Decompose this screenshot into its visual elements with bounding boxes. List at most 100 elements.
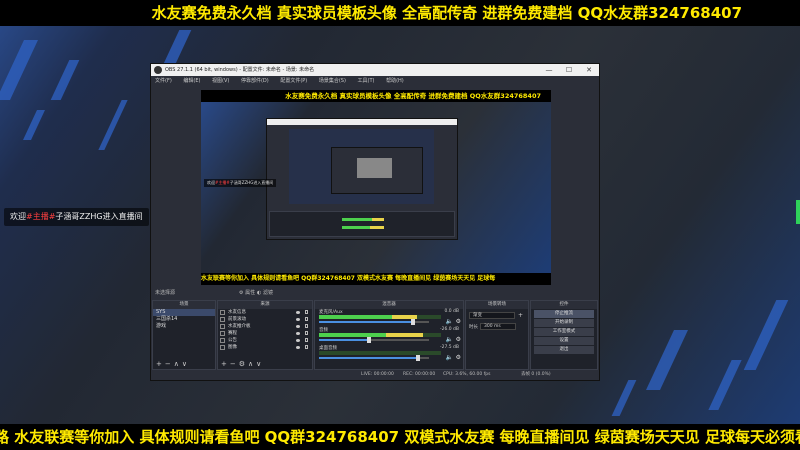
preview-bottom-banner: 水友联赛等你加入 具体规则请看鱼吧 QQ群324768407 双模式水友赛 每晚… [201,273,551,285]
scenes-toolbar[interactable]: +−∧∨ [153,359,215,369]
menu-bar: 文件(F) 编辑(E) 视图(V) 停靠部件(D) 配置文件(P) 场景集合(S… [151,76,599,86]
lock-icon[interactable] [305,345,308,349]
exit-button[interactable]: 退出 [534,346,594,354]
meter-green [319,333,387,337]
nested-meter-green [342,226,370,229]
lock-icon[interactable] [305,310,308,314]
speaker-icon[interactable]: 🔈 [446,336,453,343]
status-live: LIVE: 00:00:00 [361,372,394,377]
welcome-suffix: 子涵哥ZZHG进入直播间 [55,212,143,221]
scene-item[interactable]: SYS [153,309,215,316]
preview-welcome-prefix: 欢迎 [207,180,215,185]
controls-header: 控件 [531,301,597,309]
mixer-track: 麦克风/Aux 0.0 dB 🔈 ⚙ [315,309,463,327]
eye-icon[interactable] [296,346,300,349]
source-type-icon [220,310,225,315]
status-cpu: CPU: 3.6%, 60.00 fps [443,372,491,377]
eye-icon[interactable] [296,311,300,314]
transition-select[interactable]: 渐变 [469,312,515,319]
source-toolbar: 未选择源 ⚙ 属性 ◐ 滤镜 [151,287,599,299]
speaker-icon[interactable]: 🔈 [446,318,453,325]
mixer-dock: 混音器 麦克风/Aux 0.0 dB 🔈 ⚙ 音频 -26.0 dB 🔈 ⚙ 桌… [314,300,464,370]
slider-knob[interactable] [410,319,415,325]
menu-tools[interactable]: 工具(T) [358,78,375,84]
slider-knob[interactable] [416,355,420,361]
slider-fill [319,321,413,323]
lock-icon[interactable] [305,324,308,328]
nested-titlebar [267,119,457,125]
studio-mode-button[interactable]: 工作室模式 [534,328,594,336]
bottom-banner-text: 路 水友联赛等你加入 具体规则请看鱼吧 QQ群324768407 双模式水友赛 … [0,428,800,446]
source-item[interactable]: 公告 [218,337,312,344]
source-item[interactable]: 赛程 [218,330,312,337]
preview-nested-obs [266,118,458,240]
gear-icon[interactable]: ⚙ [456,336,461,343]
source-type-icon [220,317,225,322]
preview-welcome-suffix: 子涵哥ZZHG进入直播间 [229,180,274,185]
top-banner: 水友赛免费永久档 真实球员模板头像 全高配传奇 进群免费建档 QQ水友群3247… [0,0,800,26]
status-dropped: 丢帧 0 (0.0%) [521,372,551,377]
filters-button[interactable]: ◐ 滤镜 [257,287,273,299]
volume-slider[interactable] [319,337,429,343]
stop-streaming-button[interactable]: 停止推流 [534,310,594,318]
maximize-button[interactable]: ☐ [559,64,579,76]
lock-icon[interactable] [305,338,308,342]
obs-title-text: OBS 27.1.1 (64 bit, windows) - 配置文件: 未命名… [165,67,315,73]
menu-view[interactable]: 视图(V) [212,78,229,84]
gear-icon[interactable]: ⚙ [456,318,461,325]
volume-slider[interactable] [319,319,429,325]
start-recording-button[interactable]: 开始录制 [534,319,594,327]
source-item[interactable]: 水友推介板 [218,323,312,330]
duration-input[interactable]: 300 ms [480,323,516,330]
source-item[interactable]: 前景滚动 [218,316,312,323]
track-db: 0.0 dB [444,309,459,314]
scene-item[interactable]: 三国杀14 [153,316,215,323]
eye-icon[interactable] [296,339,300,342]
eye-icon[interactable] [296,325,300,328]
scene-item[interactable]: 游戏 [153,323,215,330]
obs-titlebar[interactable]: OBS 27.1.1 (64 bit, windows) - 配置文件: 未命名… [151,64,599,76]
minimize-button[interactable]: — [539,64,559,76]
source-label: 水友推介板 [228,324,251,329]
preview-welcome-highlight: #主播# [215,180,230,185]
properties-button[interactable]: ⚙ 属性 [239,287,255,299]
slider-knob[interactable] [366,337,371,343]
menu-docks[interactable]: 停靠部件(D) [241,78,269,84]
track-db: -26.0 dB [439,327,459,332]
source-type-icon [220,331,225,336]
eye-icon[interactable] [296,318,300,321]
status-rec: REC: 00:00:00 [403,372,436,377]
source-label: 前景滚动 [228,317,246,322]
add-transition-button[interactable]: + [518,312,523,319]
filters-label: 滤镜 [262,290,273,296]
eye-icon[interactable] [296,332,300,335]
lock-icon[interactable] [305,317,308,321]
menu-help[interactable]: 帮助(H) [386,78,404,84]
menu-file[interactable]: 文件(F) [155,78,172,84]
menu-profile[interactable]: 配置文件(P) [280,78,307,84]
welcome-message: 欢迎#主播#子涵哥ZZHG进入直播间 [4,208,149,226]
meter-yellow [386,333,423,337]
source-label: 公告 [228,338,237,343]
menu-scene-collection[interactable]: 场景集合(S) [319,78,346,84]
gear-icon[interactable]: ⚙ [456,354,461,361]
nested-meter-green [342,218,372,221]
transitions-dock: 场景转场 渐变 + 时长 300 ms [465,300,529,370]
properties-label: 属性 [245,290,256,296]
mixer-header: 混音器 [315,301,463,309]
speaker-icon[interactable]: 🔈 [446,354,453,361]
close-button[interactable]: ✕ [579,64,599,76]
status-bar: LIVE: 00:00:00 REC: 00:00:00 CPU: 3.6%, … [151,370,599,380]
window-controls: — ☐ ✕ [539,64,599,76]
settings-button[interactable]: 设置 [534,337,594,345]
source-item[interactable]: 水友信息 [218,309,312,316]
obs-window: OBS 27.1.1 (64 bit, windows) - 配置文件: 未命名… [150,63,600,381]
source-item[interactable]: 图像 [218,344,312,351]
volume-slider[interactable] [319,355,429,361]
preview-canvas[interactable]: 水友赛免费永久档 真实球员模板头像 全高配传奇 进群免费建档 QQ水友群3247… [201,90,551,285]
volume-meter [319,333,441,337]
sources-toolbar[interactable]: +−⚙∧∨ [218,359,312,369]
menu-edit[interactable]: 编辑(E) [183,78,200,84]
scenes-dock: 场景 SYS 三国杀14 游戏 +−∧∨ [152,300,216,370]
lock-icon[interactable] [305,331,308,335]
